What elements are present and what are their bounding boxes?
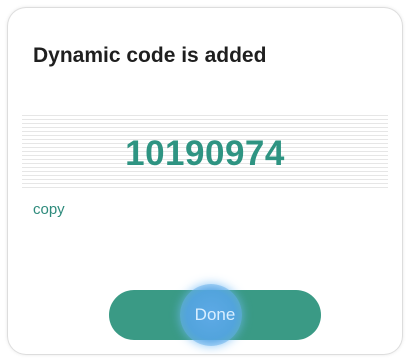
code-display-band: 10190974 [22, 112, 388, 191]
dynamic-code-value: 10190974 [125, 134, 285, 173]
copy-link[interactable]: copy [33, 201, 65, 218]
done-button[interactable]: Done [109, 284, 321, 346]
dynamic-code-dialog: Dynamic code is added 10190974 copy Done [8, 8, 402, 354]
done-button-label: Done [194, 305, 236, 324]
dialog-title: Dynamic code is added [33, 44, 267, 67]
